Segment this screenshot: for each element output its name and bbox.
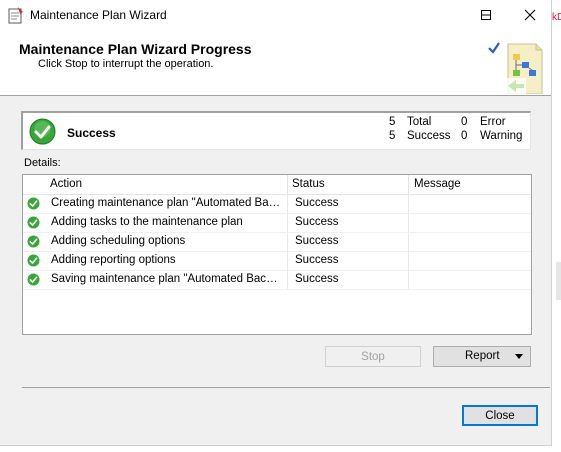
column-header-message[interactable]: Message bbox=[414, 178, 461, 190]
footer-divider bbox=[22, 387, 550, 388]
row-status: Success bbox=[295, 197, 339, 209]
wizard-app-icon bbox=[8, 7, 23, 24]
status-summary-panel: Success 5 Total 0 Error 5 Success 0 Warn… bbox=[21, 111, 531, 150]
report-button-label: Report bbox=[465, 350, 500, 362]
background-fragment-text: kD bbox=[552, 12, 561, 23]
page-title: Maintenance Plan Wizard Progress bbox=[19, 41, 252, 57]
close-icon bbox=[524, 9, 536, 21]
success-status-icon bbox=[27, 216, 40, 229]
maximize-button[interactable] bbox=[464, 0, 508, 30]
row-status: Success bbox=[295, 235, 339, 247]
total-label: Total bbox=[407, 116, 432, 128]
row-status: Success bbox=[295, 216, 339, 228]
column-divider[interactable] bbox=[287, 175, 288, 194]
warning-label: Warning bbox=[480, 130, 523, 142]
report-dropdown-button[interactable]: Report bbox=[433, 346, 531, 367]
success-count: 5 bbox=[389, 130, 396, 142]
success-status-icon bbox=[27, 235, 40, 248]
error-count: 0 bbox=[461, 116, 468, 128]
warning-count: 0 bbox=[461, 130, 468, 142]
close-window-button[interactable] bbox=[508, 0, 552, 30]
row-action: Saving maintenance plan "Automated Backu… bbox=[51, 273, 283, 285]
success-status-icon bbox=[27, 254, 40, 267]
window-title: Maintenance Plan Wizard bbox=[30, 8, 167, 22]
row-action: Adding scheduling options bbox=[51, 235, 186, 247]
column-header-status[interactable]: Status bbox=[292, 178, 325, 190]
details-list-header: Action Status Message bbox=[23, 175, 531, 195]
table-row[interactable]: Saving maintenance plan "Automated Backu… bbox=[23, 270, 531, 290]
table-row[interactable]: Creating maintenance plan "Automated Bac… bbox=[23, 194, 531, 214]
column-divider[interactable] bbox=[408, 175, 409, 194]
success-check-icon bbox=[29, 118, 56, 145]
overall-status-label: Success bbox=[67, 126, 116, 140]
details-list[interactable]: Action Status Message Creating maintenan… bbox=[22, 174, 532, 335]
row-status: Success bbox=[295, 254, 339, 266]
maximize-icon bbox=[481, 10, 491, 20]
error-label: Error bbox=[480, 116, 506, 128]
row-action: Adding tasks to the maintenance plan bbox=[51, 216, 243, 228]
title-bar[interactable]: Maintenance Plan Wizard bbox=[0, 0, 551, 31]
table-row[interactable]: Adding scheduling options Success bbox=[23, 232, 531, 252]
details-label: Details: bbox=[24, 157, 61, 169]
column-header-action[interactable]: Action bbox=[50, 178, 82, 190]
success-status-icon bbox=[27, 197, 40, 210]
page-subtitle: Click Stop to interrupt the operation. bbox=[38, 58, 214, 70]
dropdown-arrow-icon bbox=[515, 354, 523, 359]
wizard-header: Maintenance Plan Wizard Progress Click S… bbox=[0, 31, 551, 96]
background-scrollbar bbox=[556, 262, 561, 300]
total-count: 5 bbox=[389, 116, 396, 128]
row-action: Creating maintenance plan "Automated Bac… bbox=[51, 197, 283, 209]
close-button[interactable]: Close bbox=[462, 405, 538, 426]
success-label: Success bbox=[407, 130, 451, 142]
success-status-icon bbox=[27, 273, 40, 286]
table-row[interactable]: Adding reporting options Success bbox=[23, 251, 531, 271]
maintenance-plan-wizard-icon bbox=[488, 42, 543, 94]
stop-button[interactable]: Stop bbox=[325, 346, 421, 367]
table-row[interactable]: Adding tasks to the maintenance plan Suc… bbox=[23, 213, 531, 233]
row-action: Adding reporting options bbox=[51, 254, 176, 266]
wizard-window: Maintenance Plan Wizard Maintenance Plan… bbox=[0, 0, 552, 446]
row-status: Success bbox=[295, 273, 339, 285]
